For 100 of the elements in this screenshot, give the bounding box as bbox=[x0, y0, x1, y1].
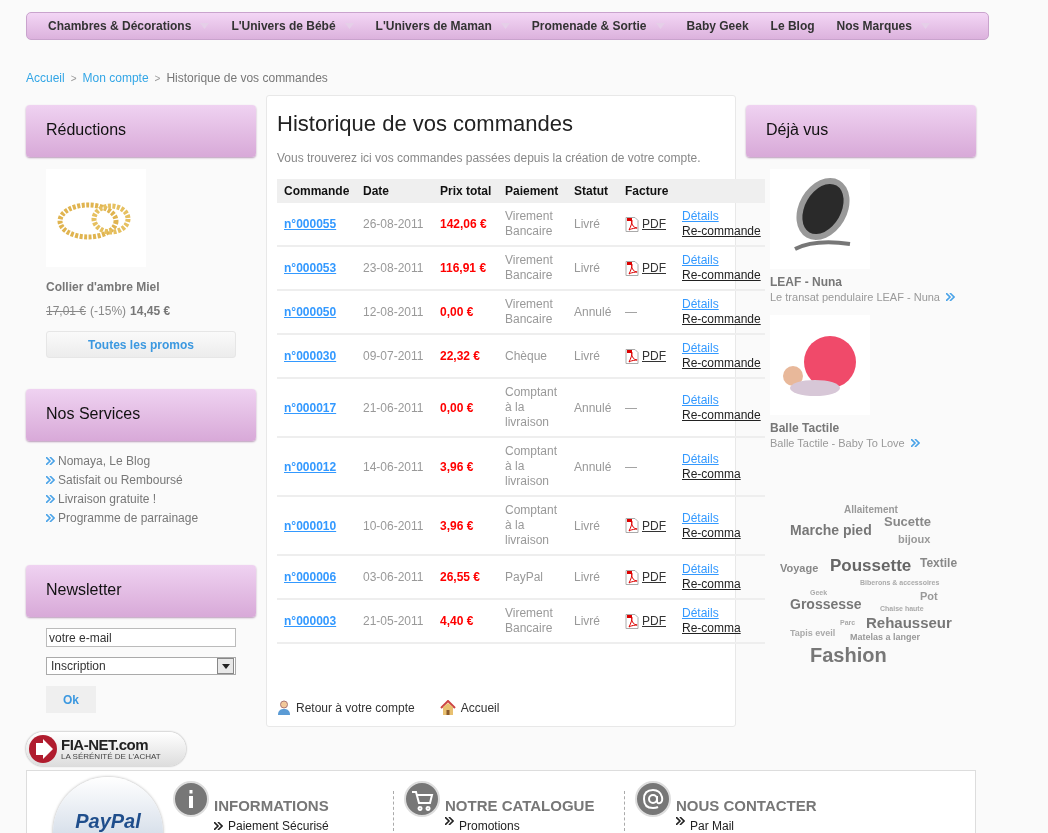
pdf-link[interactable]: PDF bbox=[642, 614, 666, 628]
order-date: 12-08-2011 bbox=[363, 305, 424, 319]
nav-item[interactable]: L'Univers de Bébé bbox=[231, 19, 354, 33]
footer-heading: NOTRE CATALOGUE bbox=[445, 797, 595, 814]
column-header: Statut bbox=[567, 179, 618, 203]
details-link[interactable]: Détails bbox=[682, 341, 719, 356]
order-date: 09-07-2011 bbox=[363, 349, 424, 363]
tag-link[interactable]: Rehausseur bbox=[866, 615, 952, 630]
payment-method: Virement Bancaire bbox=[505, 253, 554, 283]
product-name: LEAF - Nuna bbox=[770, 275, 843, 289]
order-link[interactable]: n°000030 bbox=[284, 349, 337, 363]
order-date: 10-06-2011 bbox=[363, 518, 424, 533]
order-status: Livré bbox=[574, 518, 600, 533]
order-total: 3,96 € bbox=[440, 518, 474, 533]
order-status: Livré bbox=[574, 217, 600, 231]
details-link[interactable]: Détails bbox=[682, 606, 719, 621]
user-icon bbox=[277, 700, 291, 715]
reorder-link[interactable]: Re-commande bbox=[682, 268, 761, 283]
reorder-link[interactable]: Re-comma bbox=[682, 525, 741, 541]
service-link[interactable]: Livraison gratuite ! bbox=[58, 491, 157, 506]
footer-link[interactable]: Par Mail bbox=[690, 819, 734, 833]
all-promos-button[interactable]: Toutes les promos bbox=[46, 331, 236, 358]
double-chevron-icon[interactable] bbox=[946, 293, 955, 301]
tag-link[interactable]: Fashion bbox=[810, 645, 887, 665]
double-chevron-icon[interactable] bbox=[910, 439, 920, 447]
details-link[interactable]: Détails bbox=[682, 253, 719, 268]
nav-item[interactable]: Le Blog bbox=[770, 19, 815, 33]
pdf-link[interactable]: PDF bbox=[642, 570, 666, 584]
tag-link[interactable]: bijoux bbox=[898, 534, 931, 545]
pdf-link[interactable]: PDF bbox=[642, 261, 666, 275]
pdf-link[interactable]: PDF bbox=[642, 349, 666, 363]
old-price: 17,01 € bbox=[46, 304, 87, 318]
order-date: 03-06-2011 bbox=[363, 570, 424, 584]
details-link[interactable]: Détails bbox=[682, 392, 719, 408]
details-link[interactable]: Détails bbox=[682, 297, 719, 312]
info-icon bbox=[173, 781, 209, 817]
at-sign-icon bbox=[635, 781, 671, 817]
breadcrumb-link[interactable]: Accueil bbox=[26, 71, 65, 85]
service-link[interactable]: Programme de parrainage bbox=[58, 510, 199, 525]
service-link[interactable]: Satisfait ou Remboursé bbox=[58, 472, 183, 487]
reorder-link[interactable]: Re-commande bbox=[682, 224, 761, 239]
order-total: 142,06 € bbox=[440, 217, 487, 231]
tag-link[interactable]: Poussette bbox=[830, 557, 912, 574]
tag-link[interactable]: Textile bbox=[920, 557, 958, 569]
pdf-link[interactable]: PDF bbox=[642, 518, 666, 533]
intro-text: Vous trouverez ici vos commandes passées depuis la création de votre compte. bbox=[277, 151, 702, 165]
order-link[interactable]: n°000012 bbox=[284, 459, 337, 474]
reorder-link[interactable]: Re-commande bbox=[682, 356, 761, 371]
details-link[interactable]: Détails bbox=[682, 562, 719, 577]
tag-link[interactable]: Tapis eveil bbox=[790, 629, 836, 638]
order-link[interactable]: n°000003 bbox=[284, 614, 337, 628]
ok-button[interactable]: Ok bbox=[46, 686, 96, 713]
order-status: Livré bbox=[574, 614, 600, 628]
order-link[interactable]: n°000055 bbox=[284, 217, 337, 231]
reorder-link[interactable]: Re-comma bbox=[682, 621, 741, 636]
order-total: 116,91 € bbox=[440, 261, 487, 275]
subscription-select[interactable]: Inscription bbox=[46, 657, 236, 675]
service-link[interactable]: Nomaya, Le Blog bbox=[58, 453, 151, 468]
order-link[interactable]: n°000050 bbox=[284, 305, 337, 319]
reorder-link[interactable]: Re-commande bbox=[682, 312, 761, 327]
home-link[interactable]: Accueil bbox=[460, 700, 500, 715]
details-link[interactable]: Détails bbox=[682, 510, 719, 526]
pdf-link[interactable]: PDF bbox=[642, 217, 666, 231]
no-invoice-dash: — bbox=[625, 400, 637, 415]
order-link[interactable]: n°000010 bbox=[284, 518, 337, 533]
tag-link[interactable]: Allaitement bbox=[844, 505, 898, 515]
breadcrumb-link[interactable]: Mon compte bbox=[82, 71, 149, 85]
back-to-account-link[interactable]: Retour à votre compte bbox=[296, 700, 415, 715]
order-link[interactable]: n°000006 bbox=[284, 570, 337, 584]
details-link[interactable]: Détails bbox=[682, 451, 719, 467]
payment-method: Virement Bancaire bbox=[505, 297, 554, 327]
tag-link[interactable]: Grossesse bbox=[790, 597, 862, 611]
fianet-badge[interactable]: FIA-NET.com LA SÉRÉNITÉ DE L'ACHAT bbox=[26, 732, 186, 766]
reorder-link[interactable]: Re-commande bbox=[682, 407, 761, 423]
details-link[interactable]: Détails bbox=[682, 209, 719, 224]
column-header: Facture bbox=[618, 179, 675, 203]
footer-link[interactable]: Paiement Sécurisé bbox=[228, 819, 329, 833]
nav-item[interactable]: Baby Geek bbox=[686, 19, 749, 33]
reorder-link[interactable]: Re-comma bbox=[682, 466, 741, 482]
sidebar-heading: Déjà vus bbox=[746, 105, 976, 157]
payment-method: Chèque bbox=[505, 348, 549, 364]
tag-link[interactable]: Voyage bbox=[780, 563, 819, 574]
payment-method: Virement Bancaire bbox=[505, 209, 554, 239]
double-chevron-icon bbox=[214, 822, 223, 830]
email-field[interactable]: votre e-mail bbox=[46, 628, 236, 647]
nav-item[interactable]: L'Univers de Maman bbox=[375, 19, 510, 33]
nav-item[interactable]: Chambres & Décorations bbox=[48, 19, 210, 33]
order-link[interactable]: n°000017 bbox=[284, 400, 337, 415]
nav-item[interactable]: Promenade & Sortie bbox=[531, 19, 665, 33]
sidebar-heading: Newsletter bbox=[26, 565, 256, 617]
tag-link[interactable]: Pot bbox=[920, 591, 938, 602]
tag-link[interactable]: Matelas a langer bbox=[850, 633, 921, 642]
tag-link[interactable]: Sucette bbox=[884, 515, 931, 528]
pdf-icon bbox=[625, 348, 639, 364]
order-link[interactable]: n°000053 bbox=[284, 261, 337, 275]
footer-link[interactable]: Promotions bbox=[459, 819, 520, 833]
tag-link[interactable]: Marche pied bbox=[790, 523, 872, 537]
reorder-link[interactable]: Re-comma bbox=[682, 577, 741, 592]
footer-heading: NOUS CONTACTER bbox=[676, 797, 817, 814]
nav-item[interactable]: Nos Marques bbox=[836, 19, 930, 33]
